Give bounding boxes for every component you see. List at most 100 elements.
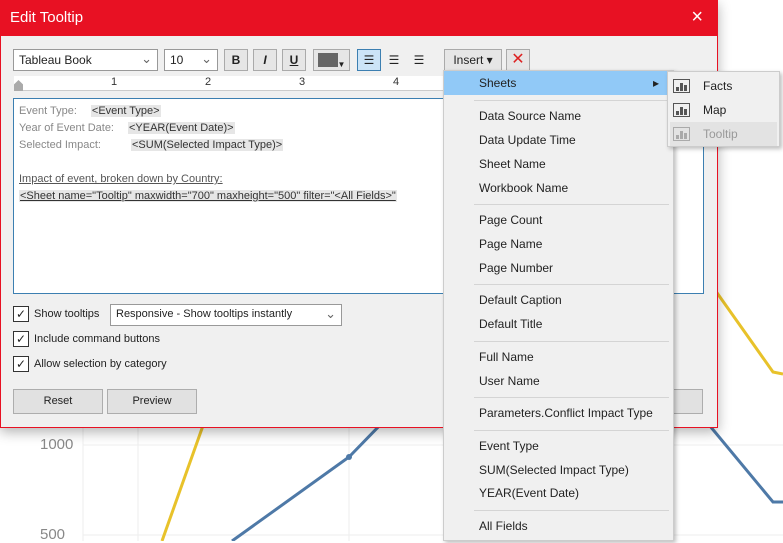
ruler-mark: 1 <box>111 76 118 88</box>
menu-item-default-caption[interactable]: Default Caption <box>444 288 673 312</box>
menu-item-full-name[interactable]: Full Name <box>444 345 673 369</box>
sheet-tag: <Sheet name="Tooltip" maxwidth="700" max… <box>19 190 397 202</box>
menu-item-label: Default Title <box>479 317 543 331</box>
y-tick-1000: 1000 <box>40 436 74 453</box>
dropdown-arrow-icon: ▼ <box>337 60 346 69</box>
font-select[interactable]: Tableau Book ⌄ <box>13 49 158 71</box>
y-tick-500: 500 <box>40 526 66 543</box>
size-select[interactable]: 10 ⌄ <box>164 49 218 71</box>
menu-item-label: User Name <box>479 374 540 388</box>
submenu-item-map[interactable]: Map <box>670 98 777 122</box>
align-center-icon: ☰ <box>388 53 400 67</box>
worksheet-icon <box>673 103 690 117</box>
label-text: Event Type: <box>19 105 77 117</box>
menu-item-label: Parameters.Conflict Impact Type <box>479 406 653 420</box>
menu-item-sheet-name[interactable]: Sheet Name <box>444 152 673 176</box>
menu-item-label: Sheets <box>479 76 517 90</box>
submenu-label: Map <box>703 103 727 117</box>
show-tooltips-checkbox[interactable]: ✓ <box>13 306 29 322</box>
menu-item-page-number[interactable]: Page Number <box>444 256 673 280</box>
menu-item-label: Page Name <box>479 237 543 251</box>
menu-item-sheets[interactable]: Sheets ▸ <box>444 71 673 95</box>
chevron-down-icon: ⌄ <box>201 51 212 66</box>
italic-button[interactable]: I <box>253 49 277 71</box>
menu-item-year-event-date[interactable]: YEAR(Event Date) <box>444 481 673 505</box>
menu-item-workbook-name[interactable]: Workbook Name <box>444 176 673 200</box>
indent-marker[interactable] <box>14 80 23 91</box>
heading-text: Impact of event, broken down by Country: <box>19 173 223 185</box>
menu-item-label: Data Source Name <box>479 109 582 123</box>
font-color-button[interactable]: ▼ <box>313 49 350 71</box>
blue-series-line <box>231 418 387 541</box>
insert-button[interactable]: Insert ▾ <box>444 49 502 71</box>
preview-button[interactable]: Preview <box>107 389 197 414</box>
submenu-arrow-icon: ▸ <box>652 76 659 90</box>
menu-item-default-title[interactable]: Default Title <box>444 312 673 336</box>
yellow-series-line <box>160 419 207 541</box>
menu-item-label: Data Update Time <box>479 133 576 147</box>
label-text: Selected Impact: <box>19 139 101 151</box>
clear-formatting-button[interactable]: ✕ <box>506 49 530 71</box>
insert-menu: Sheets ▸ Data Source Name Data Update Time S… <box>443 70 674 541</box>
menu-item-label: YEAR(Event Date) <box>479 486 580 500</box>
include-buttons-label: Include command buttons <box>34 333 160 345</box>
menu-separator <box>474 341 669 342</box>
submenu-label: Tooltip <box>703 127 738 141</box>
submenu-label: Facts <box>703 79 733 93</box>
menu-item-label: Workbook Name <box>479 181 569 195</box>
menu-item-data-update-time[interactable]: Data Update Time <box>444 128 673 152</box>
field-token: <Event Type> <box>90 105 161 117</box>
include-buttons-checkbox[interactable]: ✓ <box>13 331 29 347</box>
menu-item-all-fields[interactable]: All Fields <box>444 514 673 538</box>
menu-separator <box>474 430 669 431</box>
size-value: 10 <box>170 53 184 67</box>
menu-item-parameters-conflict-impact-type[interactable]: Parameters.Conflict Impact Type <box>444 401 673 425</box>
field-token: <SUM(Selected Impact Type)> <box>131 139 284 151</box>
title-bar: Edit Tooltip × <box>1 1 717 36</box>
color-swatch <box>317 53 338 67</box>
ruler-mark: 3 <box>299 76 306 88</box>
menu-item-label: Default Caption <box>479 293 562 307</box>
reset-button[interactable]: Reset <box>13 389 103 414</box>
menu-item-label: Sheet Name <box>479 157 546 171</box>
allow-selection-checkbox[interactable]: ✓ <box>13 356 29 372</box>
menu-item-page-count[interactable]: Page Count <box>444 208 673 232</box>
show-tooltips-label: Show tooltips <box>34 308 100 320</box>
ruler-mark: 4 <box>393 76 400 88</box>
submenu-item-tooltip: Tooltip <box>670 122 777 146</box>
blue-series-line <box>703 419 783 504</box>
menu-item-label: SUM(Selected Impact Type) <box>479 463 629 477</box>
menu-item-page-name[interactable]: Page Name <box>444 232 673 256</box>
menu-item-label: Page Number <box>479 261 554 275</box>
menu-separator <box>474 510 669 511</box>
bold-button[interactable]: B <box>224 49 248 71</box>
worksheet-icon <box>673 127 690 141</box>
yellow-series-line <box>713 289 783 376</box>
underline-button[interactable]: U <box>282 49 306 71</box>
menu-item-label: Full Name <box>479 350 534 364</box>
menu-item-sum-selected-impact-type[interactable]: SUM(Selected Impact Type) <box>444 458 673 482</box>
align-right-button[interactable]: ☰ <box>407 49 431 71</box>
allow-selection-label: Allow selection by category <box>34 358 167 370</box>
chevron-down-icon: ⌄ <box>141 51 152 66</box>
align-left-button[interactable]: ☰ <box>357 49 381 71</box>
menu-separator <box>474 397 669 398</box>
menu-item-event-type[interactable]: Event Type <box>444 434 673 458</box>
menu-item-data-source-name[interactable]: Data Source Name <box>444 104 673 128</box>
ruler: 1 2 3 4 <box>14 76 444 91</box>
label-text: Year of Event Date: <box>19 122 114 134</box>
worksheet-icon <box>673 79 690 93</box>
field-token: <YEAR(Event Date)> <box>128 122 235 134</box>
close-icon[interactable]: × <box>691 6 703 29</box>
align-right-icon: ☰ <box>413 53 425 67</box>
menu-item-user-name[interactable]: User Name <box>444 369 673 393</box>
ruler-mark: 2 <box>205 76 212 88</box>
sheets-submenu: Facts Map Tooltip <box>667 71 780 147</box>
submenu-item-facts[interactable]: Facts <box>670 74 777 98</box>
align-center-button[interactable]: ☰ <box>382 49 406 71</box>
tooltip-mode-select[interactable]: Responsive - Show tooltips instantly ⌄ <box>110 304 342 326</box>
menu-separator <box>474 284 669 285</box>
data-point <box>346 454 352 460</box>
menu-separator <box>474 204 669 205</box>
menu-item-label: All Fields <box>479 519 528 533</box>
